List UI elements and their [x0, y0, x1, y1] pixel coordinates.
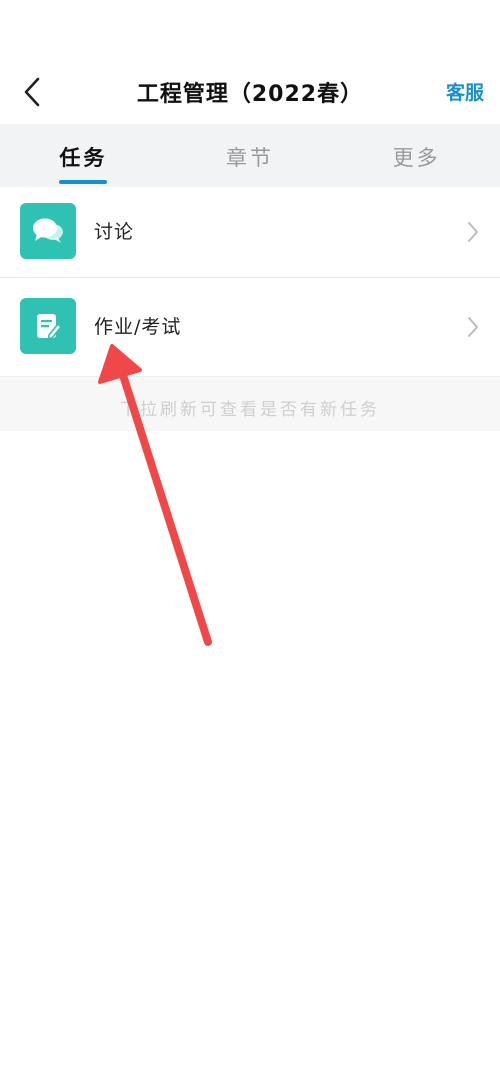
pull-to-refresh-hint: 下拉刷新可查看是否有新任务: [0, 377, 500, 431]
customer-service-button[interactable]: 客服: [446, 78, 484, 105]
top-header: 工程管理（2022春） 客服: [0, 0, 500, 124]
active-tab-indicator: [59, 180, 108, 184]
tab-tasks[interactable]: 任务: [0, 124, 167, 187]
hint-text: 下拉刷新可查看是否有新任务: [120, 400, 380, 420]
list-item-label: 作业/考试: [94, 316, 182, 338]
homework-edit-icon: [20, 298, 76, 354]
tab-chapters-label: 章节: [226, 146, 274, 170]
chevron-right-icon: [468, 222, 478, 242]
task-list: 讨论 作业/考试: [0, 187, 500, 377]
page-title: 工程管理（2022春）: [136, 82, 364, 107]
list-item-label: 讨论: [94, 221, 135, 243]
tab-bar: 任务 章节 更多: [0, 124, 500, 187]
tab-more[interactable]: 更多: [333, 124, 500, 187]
tab-chapters[interactable]: 章节: [167, 124, 334, 187]
discussion-bubble-icon: [20, 203, 76, 259]
list-item-homework-exam[interactable]: 作业/考试: [0, 278, 500, 377]
list-item-discussion[interactable]: 讨论: [0, 187, 500, 278]
tab-tasks-label: 任务: [59, 146, 108, 170]
tab-more-label: 更多: [392, 146, 441, 170]
chevron-right-icon: [468, 317, 478, 337]
